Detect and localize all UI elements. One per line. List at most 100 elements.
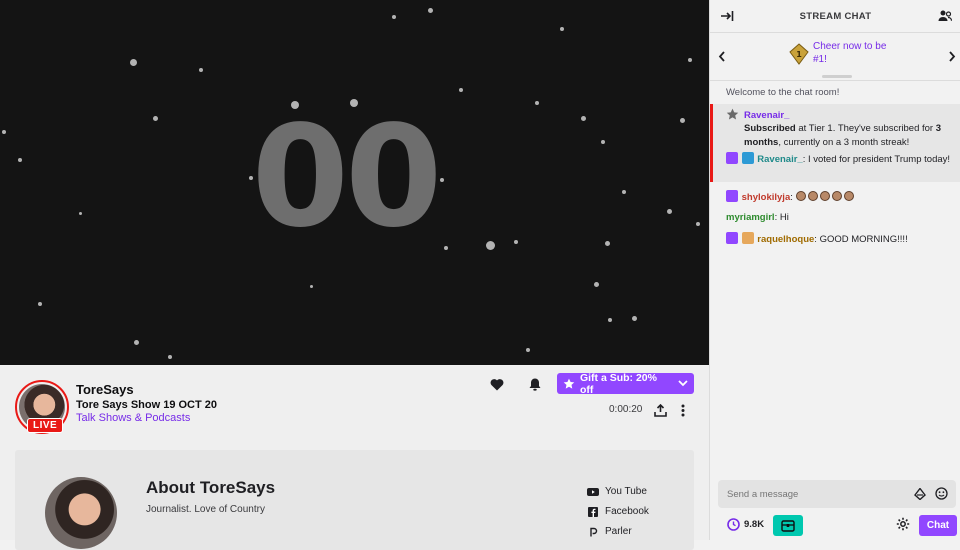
parler-icon bbox=[590, 527, 598, 536]
about-title: About ToreSays bbox=[146, 478, 276, 497]
claim-points-button[interactable] bbox=[773, 515, 803, 536]
social-label: Facebook bbox=[605, 506, 649, 517]
community-users-icon[interactable] bbox=[938, 9, 952, 23]
snow-particle bbox=[526, 348, 530, 352]
chat-username[interactable]: shylokilyja bbox=[742, 192, 791, 203]
facebook-icon bbox=[588, 506, 598, 517]
social-link-youtube[interactable]: You Tube bbox=[587, 486, 647, 497]
more-vertical-icon bbox=[681, 404, 685, 416]
social-link-facebook[interactable]: Facebook bbox=[587, 506, 649, 517]
chat-username[interactable]: Ravenair_ bbox=[757, 154, 802, 165]
chat-username[interactable]: raquelhoque bbox=[757, 234, 814, 245]
youtube-icon bbox=[587, 487, 599, 496]
snow-particle bbox=[696, 222, 700, 226]
chat-message: Ravenair_: I voted for president Trump t… bbox=[726, 152, 958, 167]
emote-icon bbox=[807, 191, 818, 201]
notifications-button[interactable] bbox=[523, 372, 547, 396]
cheer-leaderboard: 1 Cheer now to be #1! bbox=[710, 34, 960, 81]
subscriber-badge-icon bbox=[726, 232, 738, 244]
category-link[interactable]: Talk Shows & Podcasts bbox=[76, 412, 190, 424]
social-label: You Tube bbox=[605, 486, 647, 497]
chat-message-text: : Hi bbox=[774, 212, 789, 223]
cheer-rank-icon: 1 bbox=[789, 43, 809, 65]
more-options-button[interactable] bbox=[671, 398, 695, 422]
bits-icon[interactable] bbox=[914, 488, 926, 500]
chat-message-input[interactable] bbox=[718, 480, 908, 508]
chat-message-text: : bbox=[790, 192, 793, 203]
stream-chat-panel: STREAM CHAT 1 Cheer now to be #1! Welcom… bbox=[709, 0, 960, 540]
snow-particle bbox=[459, 88, 463, 92]
about-description: Journalist. Love of Country bbox=[146, 504, 265, 515]
star-icon bbox=[726, 108, 739, 120]
sub-notice-text: Subscribed at Tier 1. They've subscribed… bbox=[744, 122, 959, 149]
snow-particle bbox=[632, 316, 637, 321]
collapse-chat-icon[interactable] bbox=[720, 9, 734, 23]
emote-icon bbox=[831, 191, 842, 201]
emote-icon bbox=[795, 191, 806, 201]
share-button[interactable] bbox=[648, 398, 672, 422]
snow-particle bbox=[560, 27, 564, 31]
prime-crown-badge-icon bbox=[741, 152, 754, 164]
snow-particle bbox=[168, 355, 172, 359]
treasure-chest-icon bbox=[781, 519, 795, 532]
sub-notice-suffix: , currently on a 3 month streak! bbox=[778, 136, 910, 148]
chat-message: shylokilyja: bbox=[726, 190, 856, 205]
sub-username[interactable]: Ravenair_ bbox=[744, 109, 789, 123]
snow-particle bbox=[199, 68, 203, 72]
chat-message: raquelhoque: GOOD MORNING!!!! bbox=[726, 232, 908, 247]
stream-title: Tore Says Show 19 OCT 20 bbox=[76, 399, 218, 411]
emote-icon bbox=[843, 191, 854, 201]
countdown-text: 00 bbox=[251, 96, 443, 259]
bell-icon bbox=[529, 378, 541, 391]
about-avatar bbox=[45, 477, 117, 549]
snow-particle bbox=[392, 15, 396, 19]
gift-sub-label: Gift a Sub: 20% off bbox=[579, 371, 657, 396]
sub-notice-prefix: Subscribed bbox=[744, 123, 796, 134]
snow-particle bbox=[130, 59, 137, 66]
share-icon bbox=[653, 403, 667, 417]
follow-heart-button[interactable] bbox=[485, 372, 509, 396]
chat-username[interactable]: myriamgirl bbox=[726, 212, 775, 223]
channel-info-panel: LIVE ToreSays Tore Says Show 19 OCT 20 T… bbox=[0, 366, 709, 550]
welcome-message: Welcome to the chat room! bbox=[726, 87, 840, 98]
emote-picker-icon[interactable] bbox=[935, 487, 948, 500]
snow-particle bbox=[310, 285, 313, 288]
emote-icon bbox=[819, 191, 830, 201]
cheer-rank-label: 1 bbox=[796, 50, 802, 59]
snow-particle bbox=[608, 318, 612, 322]
cheer-text[interactable]: Cheer now to be #1! bbox=[813, 40, 893, 66]
chevron-left-icon[interactable] bbox=[718, 51, 726, 62]
snow-particle bbox=[134, 340, 139, 345]
send-chat-button[interactable]: Chat bbox=[919, 515, 957, 536]
chat-message-text: : GOOD MORNING!!!! bbox=[814, 234, 908, 245]
drag-handle[interactable] bbox=[822, 75, 852, 78]
about-panel: About ToreSays Journalist. Love of Count… bbox=[15, 450, 694, 550]
snow-particle bbox=[594, 282, 599, 287]
gear-icon[interactable] bbox=[896, 517, 910, 531]
gift-sub-button[interactable]: Gift a Sub: 20% off bbox=[557, 371, 694, 396]
social-label: Parler bbox=[605, 526, 632, 537]
channel-points-icon bbox=[727, 518, 740, 531]
chat-header-title: STREAM CHAT bbox=[799, 10, 872, 22]
chat-input-box bbox=[718, 480, 956, 508]
social-link-parler[interactable]: Parler bbox=[587, 526, 632, 537]
gift-badge-icon bbox=[741, 232, 754, 244]
video-player[interactable]: 00 bbox=[0, 0, 709, 365]
chat-message: myriamgirl: Hi bbox=[726, 211, 789, 225]
chat-header: STREAM CHAT bbox=[710, 0, 960, 33]
channel-name[interactable]: ToreSays bbox=[76, 382, 134, 397]
snow-particle bbox=[688, 58, 692, 62]
sub-notice-mid: at Tier 1. They've subscribed for bbox=[795, 123, 936, 134]
chevron-right-icon[interactable] bbox=[948, 51, 956, 62]
channel-points-value: 9.8K bbox=[744, 519, 765, 530]
live-badge: LIVE bbox=[27, 418, 64, 433]
snow-particle bbox=[428, 8, 433, 13]
stream-uptime: 0:00:20 bbox=[609, 404, 643, 415]
subscriber-badge-icon bbox=[726, 152, 738, 164]
channel-points[interactable]: 9.8K bbox=[727, 518, 764, 531]
subscriber-badge-icon bbox=[726, 190, 738, 202]
snow-particle bbox=[38, 302, 42, 306]
chevron-down-icon bbox=[678, 380, 688, 387]
snow-particle bbox=[535, 101, 539, 105]
star-icon bbox=[563, 378, 575, 389]
